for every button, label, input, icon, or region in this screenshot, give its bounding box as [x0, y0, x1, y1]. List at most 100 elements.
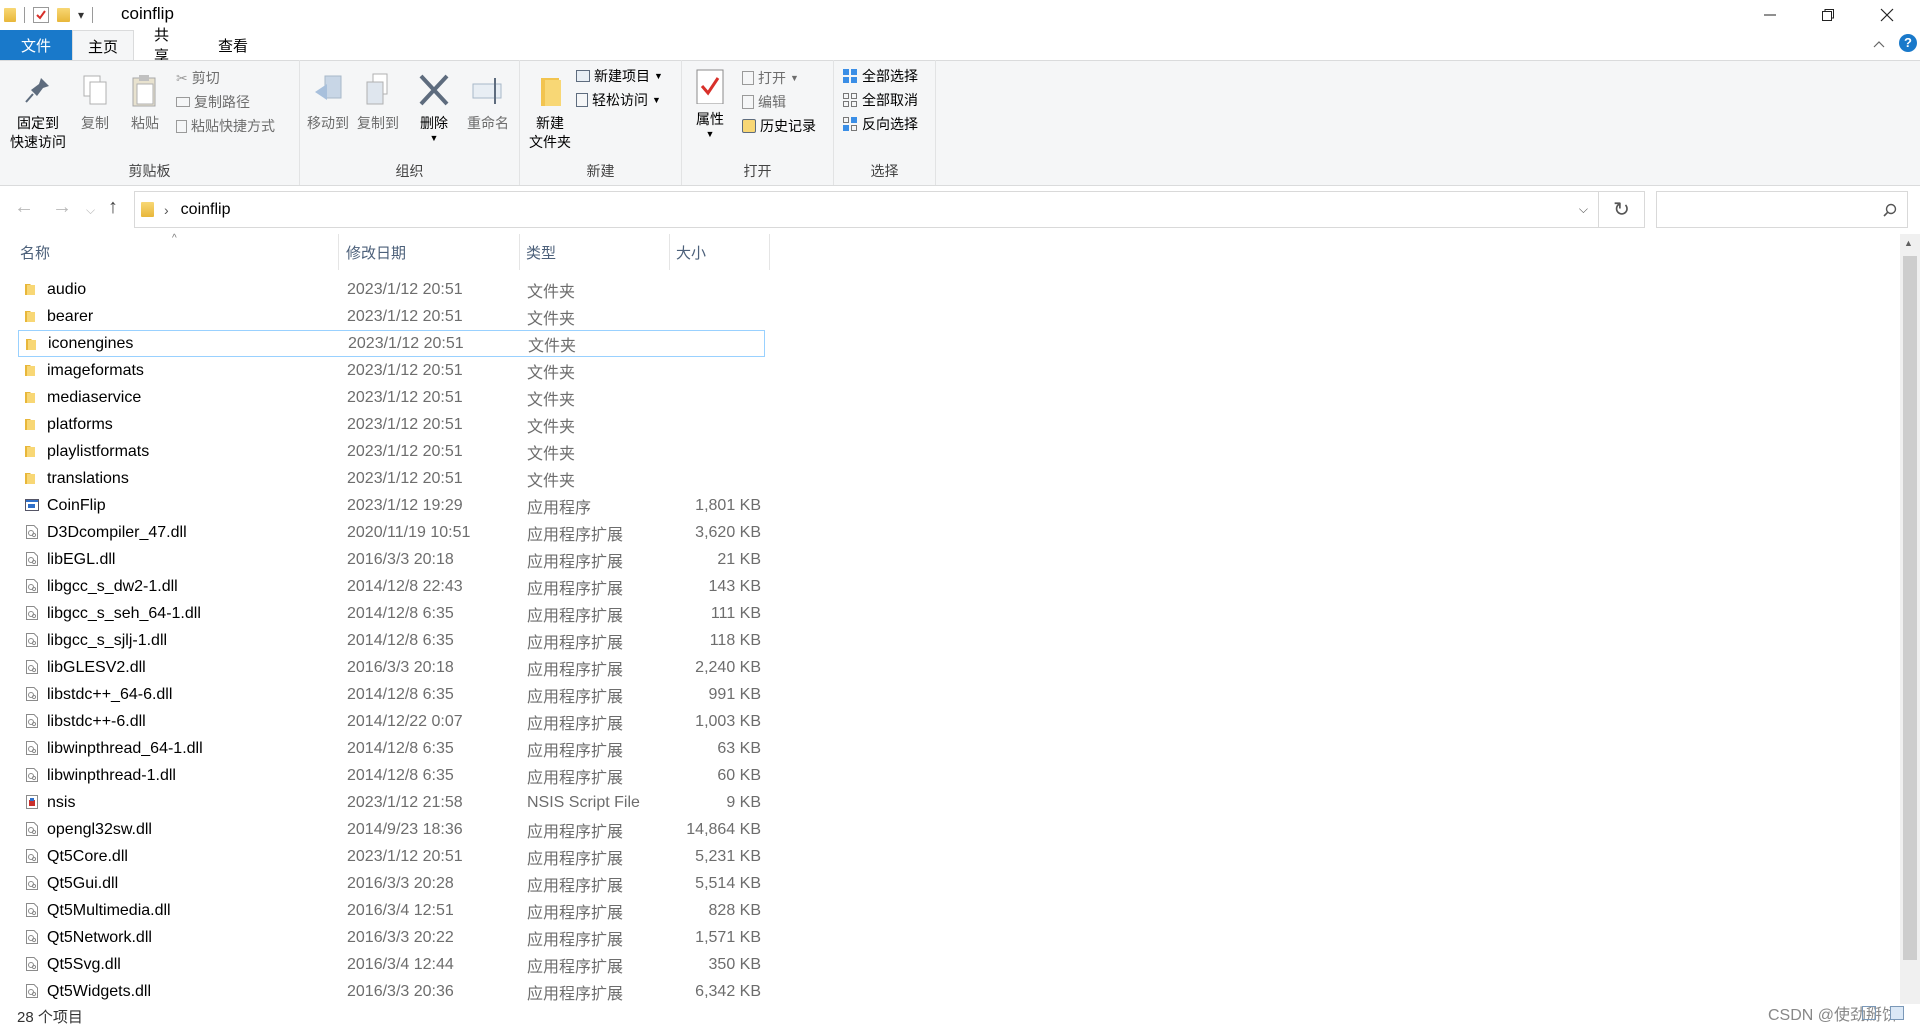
file-type: 文件夹: [527, 472, 576, 490]
folder-icon: [24, 470, 40, 486]
file-type: 应用程序扩展: [527, 904, 624, 922]
file-row[interactable]: opengl32sw.dll 2014/9/23 18:36 应用程序扩展 14,86…: [18, 816, 765, 843]
file-type: 应用程序扩展: [527, 769, 624, 787]
new-folder-button[interactable]: 新建 文件夹: [526, 72, 574, 152]
dll-file-icon: [24, 821, 40, 837]
file-row[interactable]: libwinpthread_64-1.dll 2014/12/8 6:35 应用程序…: [18, 735, 765, 762]
file-row[interactable]: nsis 2023/1/12 21:58 NSIS Script File 9 KB: [18, 789, 765, 816]
history-button[interactable]: 历史记录: [742, 114, 816, 138]
pin-quick-access-button[interactable]: 固定到 快速访问: [6, 72, 70, 152]
open-button[interactable]: 打开 ▼: [742, 66, 816, 90]
rename-button[interactable]: 重命名: [462, 72, 514, 133]
easy-access-button[interactable]: 轻松访问 ▼: [576, 88, 663, 112]
minimize-button[interactable]: [1741, 0, 1799, 30]
file-row[interactable]: mediaservice 2023/1/12 20:51 文件夹: [18, 384, 765, 411]
address-bar[interactable]: › coinflip ⌵: [134, 191, 1599, 228]
file-row[interactable]: platforms 2023/1/12 20:51 文件夹: [18, 411, 765, 438]
properties-check-icon[interactable]: [33, 7, 49, 23]
file-row[interactable]: bearer 2023/1/12 20:51 文件夹: [18, 303, 765, 330]
select-none-button[interactable]: 全部取消: [842, 88, 918, 112]
refresh-button[interactable]: ↻: [1599, 191, 1645, 228]
file-row[interactable]: libwinpthread-1.dll 2014/12/8 6:35 应用程序扩展 6…: [18, 762, 765, 789]
recent-locations-chevron-icon[interactable]: ⌵: [86, 203, 95, 218]
copy-button[interactable]: 复制: [72, 72, 118, 133]
file-row[interactable]: libGLESV2.dll 2016/3/3 20:18 应用程序扩展 2,240 K…: [18, 654, 765, 681]
column-type[interactable]: 类型: [520, 234, 670, 270]
scrollbar-thumb[interactable]: [1903, 256, 1917, 960]
file-type: 应用程序扩展: [527, 715, 624, 733]
file-row[interactable]: libgcc_s_dw2-1.dll 2014/12/8 22:43 应用程序扩展 1…: [18, 573, 765, 600]
file-row[interactable]: imageformats 2023/1/12 20:51 文件夹: [18, 357, 765, 384]
qat-dropdown-icon[interactable]: ▾: [78, 8, 84, 22]
paste-button[interactable]: 粘贴: [122, 72, 168, 133]
file-date: 2016/3/3 20:36: [347, 982, 454, 1000]
file-row[interactable]: Qt5Network.dll 2016/3/3 20:22 应用程序扩展 1,571 …: [18, 924, 765, 951]
file-row[interactable]: D3Dcompiler_47.dll 2020/11/19 10:51 应用程序扩展…: [18, 519, 765, 546]
file-type: 应用程序扩展: [527, 553, 624, 571]
restore-button[interactable]: [1799, 0, 1857, 30]
file-row[interactable]: Qt5Widgets.dll 2016/3/3 20:36 应用程序扩展 6,342 …: [18, 978, 765, 1005]
file-row[interactable]: libstdc++-6.dll 2014/12/22 0:07 应用程序扩展 1,00…: [18, 708, 765, 735]
select-all-button[interactable]: 全部选择: [842, 64, 918, 88]
file-name: libgcc_s_seh_64-1.dll: [47, 604, 201, 622]
move-to-button[interactable]: 移动到: [304, 72, 352, 133]
file-type: NSIS Script File: [527, 793, 640, 811]
file-name: Qt5Core.dll: [47, 847, 128, 865]
file-row[interactable]: Qt5Core.dll 2023/1/12 20:51 应用程序扩展 5,231 KB: [18, 843, 765, 870]
file-row[interactable]: CoinFlip 2023/1/12 19:29 应用程序 1,801 KB: [18, 492, 765, 519]
new-item-button[interactable]: 新建项目 ▼: [576, 64, 663, 88]
file-row[interactable]: Qt5Multimedia.dll 2016/3/4 12:51 应用程序扩展 828…: [18, 897, 765, 924]
file-row[interactable]: Qt5Svg.dll 2016/3/4 12:44 应用程序扩展 350 KB: [18, 951, 765, 978]
close-button[interactable]: [1858, 0, 1916, 30]
file-row[interactable]: Qt5Gui.dll 2016/3/3 20:28 应用程序扩展 5,514 KB: [18, 870, 765, 897]
up-arrow-icon[interactable]: ↑: [108, 196, 118, 219]
tab-home[interactable]: 主页: [72, 30, 134, 61]
invert-selection-button[interactable]: 反向选择: [842, 112, 918, 136]
column-date[interactable]: 修改日期: [340, 234, 520, 270]
file-date: 2023/1/12 19:29: [347, 496, 463, 514]
copy-path-button[interactable]: 复制路径: [176, 90, 275, 114]
delete-button[interactable]: 删除 ▼: [414, 72, 454, 143]
details-view-icon[interactable]: [1862, 1006, 1876, 1020]
file-date: 2016/3/3 20:18: [347, 658, 454, 676]
paste-shortcut-label: 粘贴快捷方式: [191, 118, 275, 134]
forward-arrow-icon[interactable]: →: [52, 196, 72, 219]
file-row[interactable]: iconengines 2023/1/12 20:51 文件夹: [18, 330, 765, 357]
cut-button[interactable]: ✂ 剪切: [176, 66, 275, 90]
copy-to-icon: [366, 73, 388, 105]
tab-share[interactable]: 共享: [140, 27, 196, 65]
dll-file-icon: [24, 524, 40, 540]
file-name: translations: [47, 469, 129, 487]
new-item-label: 新建项目: [594, 68, 650, 84]
paste-shortcut-button[interactable]: 粘贴快捷方式: [176, 114, 275, 138]
file-row[interactable]: libEGL.dll 2016/3/3 20:18 应用程序扩展 21 KB: [18, 546, 765, 573]
breadcrumb-coinflip[interactable]: coinflip: [181, 201, 231, 219]
copy-to-button[interactable]: 复制到: [354, 72, 402, 133]
file-row[interactable]: translations 2023/1/12 20:51 文件夹: [18, 465, 765, 492]
watermark: CSDN @使劲掰饼: [1768, 1007, 1899, 1024]
file-name: Qt5Network.dll: [47, 928, 152, 946]
large-icons-view-icon[interactable]: [1890, 1006, 1904, 1020]
tab-file[interactable]: 文件: [0, 30, 72, 60]
edit-button[interactable]: 编辑: [742, 90, 816, 114]
address-dropdown-icon[interactable]: ⌵: [1579, 202, 1588, 217]
tab-view[interactable]: 查看: [204, 30, 262, 60]
help-icon[interactable]: ?: [1899, 34, 1917, 52]
file-row[interactable]: libstdc++_64-6.dll 2014/12/8 6:35 应用程序扩展 99…: [18, 681, 765, 708]
organize-group: 移动到 复制到 删除 ▼ 重命名 组织: [300, 60, 520, 185]
file-row[interactable]: libgcc_s_seh_64-1.dll 2014/12/8 6:35 应用程序扩…: [18, 600, 765, 627]
breadcrumb-separator-icon[interactable]: ›: [164, 202, 169, 218]
file-row[interactable]: audio 2023/1/12 20:51 文件夹: [18, 276, 765, 303]
file-name: D3Dcompiler_47.dll: [47, 523, 187, 541]
properties-button[interactable]: 属性 ▼: [686, 68, 734, 139]
search-input[interactable]: [1656, 191, 1908, 228]
collapse-ribbon-icon[interactable]: [1872, 36, 1886, 52]
scroll-up-icon[interactable]: ▲: [1904, 238, 1913, 248]
file-row[interactable]: playlistformats 2023/1/12 20:51 文件夹: [18, 438, 765, 465]
column-size[interactable]: 大小: [670, 234, 770, 270]
new-folder-icon[interactable]: [57, 8, 70, 22]
column-name[interactable]: 名称: [14, 234, 339, 270]
back-arrow-icon[interactable]: ←: [14, 196, 34, 219]
dll-file-icon: [24, 767, 40, 783]
file-row[interactable]: libgcc_s_sjlj-1.dll 2014/12/8 6:35 应用程序扩展 1…: [18, 627, 765, 654]
